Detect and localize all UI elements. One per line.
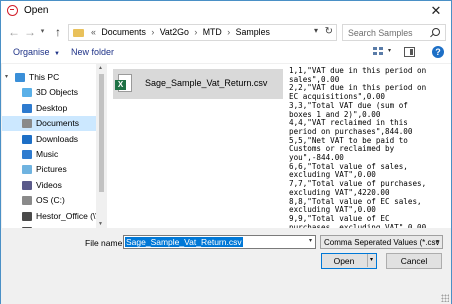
network-drive-icon xyxy=(22,211,32,221)
breadcrumb-vat2go[interactable]: Vat2Go xyxy=(160,27,189,37)
pictures-icon xyxy=(22,165,32,175)
filename-label: File name: xyxy=(85,238,125,248)
window-title: Open xyxy=(24,5,49,16)
organise-button[interactable]: Organise ▼ xyxy=(13,47,60,57)
app-logo-icon xyxy=(7,5,18,16)
breadcrumb: « Documents › Vat2Go › MTD › Samples xyxy=(88,27,270,37)
file-type-select[interactable]: Comma Seperated Values (*.csv ▾ xyxy=(320,235,443,249)
sidebar-item-label: 3D Objects xyxy=(36,87,79,98)
new-folder-button[interactable]: New folder xyxy=(71,47,114,57)
recent-locations-chevron-icon[interactable]: ▾ xyxy=(38,24,47,40)
view-dropdown-icon[interactable]: ▾ xyxy=(388,47,391,54)
search-placeholder: Search Samples xyxy=(348,28,413,38)
sidebar-item[interactable]: Desktop xyxy=(2,101,96,116)
up-folder-arrow-icon[interactable]: ↑ xyxy=(51,24,65,40)
filename-field[interactable]: Sage_Sample_Vat_Return.csv ▾ xyxy=(123,235,316,249)
desktop-icon xyxy=(22,103,32,113)
breadcrumb-samples[interactable]: Samples xyxy=(236,27,270,37)
breadcrumb-separator-icon[interactable]: › xyxy=(227,27,230,37)
folder-icon xyxy=(73,29,84,37)
sidebar-item[interactable]: Videos xyxy=(2,178,96,193)
file-list: X Sage_Sample_Vat_Return.csv xyxy=(107,64,284,228)
address-bar[interactable]: « Documents › Vat2Go › MTD › Samples ▾ ↻ xyxy=(68,24,337,41)
address-dropdown-icon[interactable]: ▾ xyxy=(314,26,318,35)
scroll-down-arrow-icon[interactable]: ▼ xyxy=(98,221,103,227)
sidebar-item[interactable]: Music xyxy=(2,147,96,162)
preview-pane: 1,1,"VAT due in this period on sales",0.0… xyxy=(283,64,451,231)
sidebar-item-label: Music xyxy=(36,149,59,159)
sidebar-item-label: Desktop xyxy=(36,102,68,113)
sidebar-item-label: Videos xyxy=(36,179,62,190)
open-options-dropdown-icon[interactable]: ▾ xyxy=(367,254,375,267)
help-icon[interactable]: ? xyxy=(432,46,444,58)
navigation-bar: ← → ▾ ↑ « Documents › Vat2Go › MTD › Sam… xyxy=(1,21,451,44)
breadcrumb-mtd[interactable]: MTD xyxy=(203,27,222,37)
sidebar-item[interactable]: Documents xyxy=(2,116,96,132)
scrollbar-thumb[interactable] xyxy=(99,74,104,192)
file-type-dropdown-icon[interactable]: ▾ xyxy=(436,238,439,245)
scroll-up-arrow-icon[interactable]: ▲ xyxy=(98,65,103,71)
music-icon xyxy=(22,150,32,159)
file-type-value: Comma Seperated Values (*.csv xyxy=(324,238,440,247)
organise-label: Organise xyxy=(13,47,50,57)
filename-value[interactable]: Sage_Sample_Vat_Return.csv xyxy=(125,237,243,247)
breadcrumb-separator-icon[interactable]: › xyxy=(151,27,154,37)
sidebar-item[interactable]: OS (C:) xyxy=(2,193,96,208)
sidebar-item-label: OS (C:) xyxy=(36,195,65,206)
drive-icon xyxy=(22,196,32,206)
filename-history-dropdown-icon[interactable]: ▾ xyxy=(309,237,312,244)
file-item[interactable]: X Sage_Sample_Vat_Return.csv xyxy=(113,69,284,99)
sidebar-item-label: Downloads xyxy=(36,133,79,144)
cancel-button[interactable]: Cancel xyxy=(386,253,442,269)
command-toolbar: Organise ▼ New folder ▾ ? xyxy=(1,44,451,63)
sidebar-item[interactable]: 3D Objects xyxy=(2,85,96,100)
expand-chevron-icon[interactable]: ▾ xyxy=(5,70,8,85)
sidebar-item-label: Pictures xyxy=(36,164,67,175)
sidebar-item[interactable]: Pictures xyxy=(2,162,96,177)
videos-icon xyxy=(22,180,32,190)
title-bar: Open ✕ xyxy=(1,1,451,21)
dialog-footer: File name: Sage_Sample_Vat_Return.csv ▾ … xyxy=(1,228,451,304)
forward-arrow-icon[interactable]: → xyxy=(23,24,37,40)
sidebar-item[interactable]: Downloads xyxy=(2,132,96,147)
file-name: Sage_Sample_Vat_Return.csv xyxy=(145,78,268,88)
view-options-icon[interactable] xyxy=(373,47,384,57)
refresh-icon[interactable]: ↻ xyxy=(325,26,333,37)
open-button[interactable]: Open ▾ xyxy=(321,253,377,269)
close-button[interactable]: ✕ xyxy=(425,2,447,19)
search-icon xyxy=(432,28,440,36)
breadcrumb-overflow-icon[interactable]: « xyxy=(91,27,96,37)
open-file-dialog: Open ✕ ← → ▾ ↑ « Documents › Vat2Go › MT… xyxy=(0,0,452,304)
resize-grip-icon[interactable] xyxy=(441,294,449,302)
back-arrow-icon[interactable]: ← xyxy=(7,24,21,40)
breadcrumb-separator-icon[interactable]: › xyxy=(194,27,197,37)
3d-objects-icon xyxy=(22,88,32,98)
navigation-scrollbar[interactable]: ▲ ▼ xyxy=(97,64,106,228)
breadcrumb-documents[interactable]: Documents xyxy=(101,27,146,37)
sidebar-item[interactable]: This PC ▾ xyxy=(2,70,96,85)
caret-down-icon: ▼ xyxy=(54,51,60,57)
sidebar-item-label: This PC xyxy=(29,72,60,82)
open-button-label: Open xyxy=(333,256,355,266)
sidebar-item[interactable]: Hestor_Office (\\ xyxy=(2,209,96,224)
sidebar-item-label: Hestor_Office (\\ xyxy=(36,210,96,221)
navigation-pane: This PC ▾ 3D Objects Desktop Documents Downlo… xyxy=(2,64,96,228)
pc-icon xyxy=(15,73,25,82)
excel-csv-icon: X xyxy=(115,74,132,92)
downloads-icon xyxy=(22,134,32,144)
search-input[interactable]: Search Samples xyxy=(342,24,446,41)
documents-icon xyxy=(22,119,32,129)
sidebar-item-label: Documents xyxy=(36,118,79,129)
preview-pane-toggle-icon[interactable] xyxy=(404,47,415,57)
